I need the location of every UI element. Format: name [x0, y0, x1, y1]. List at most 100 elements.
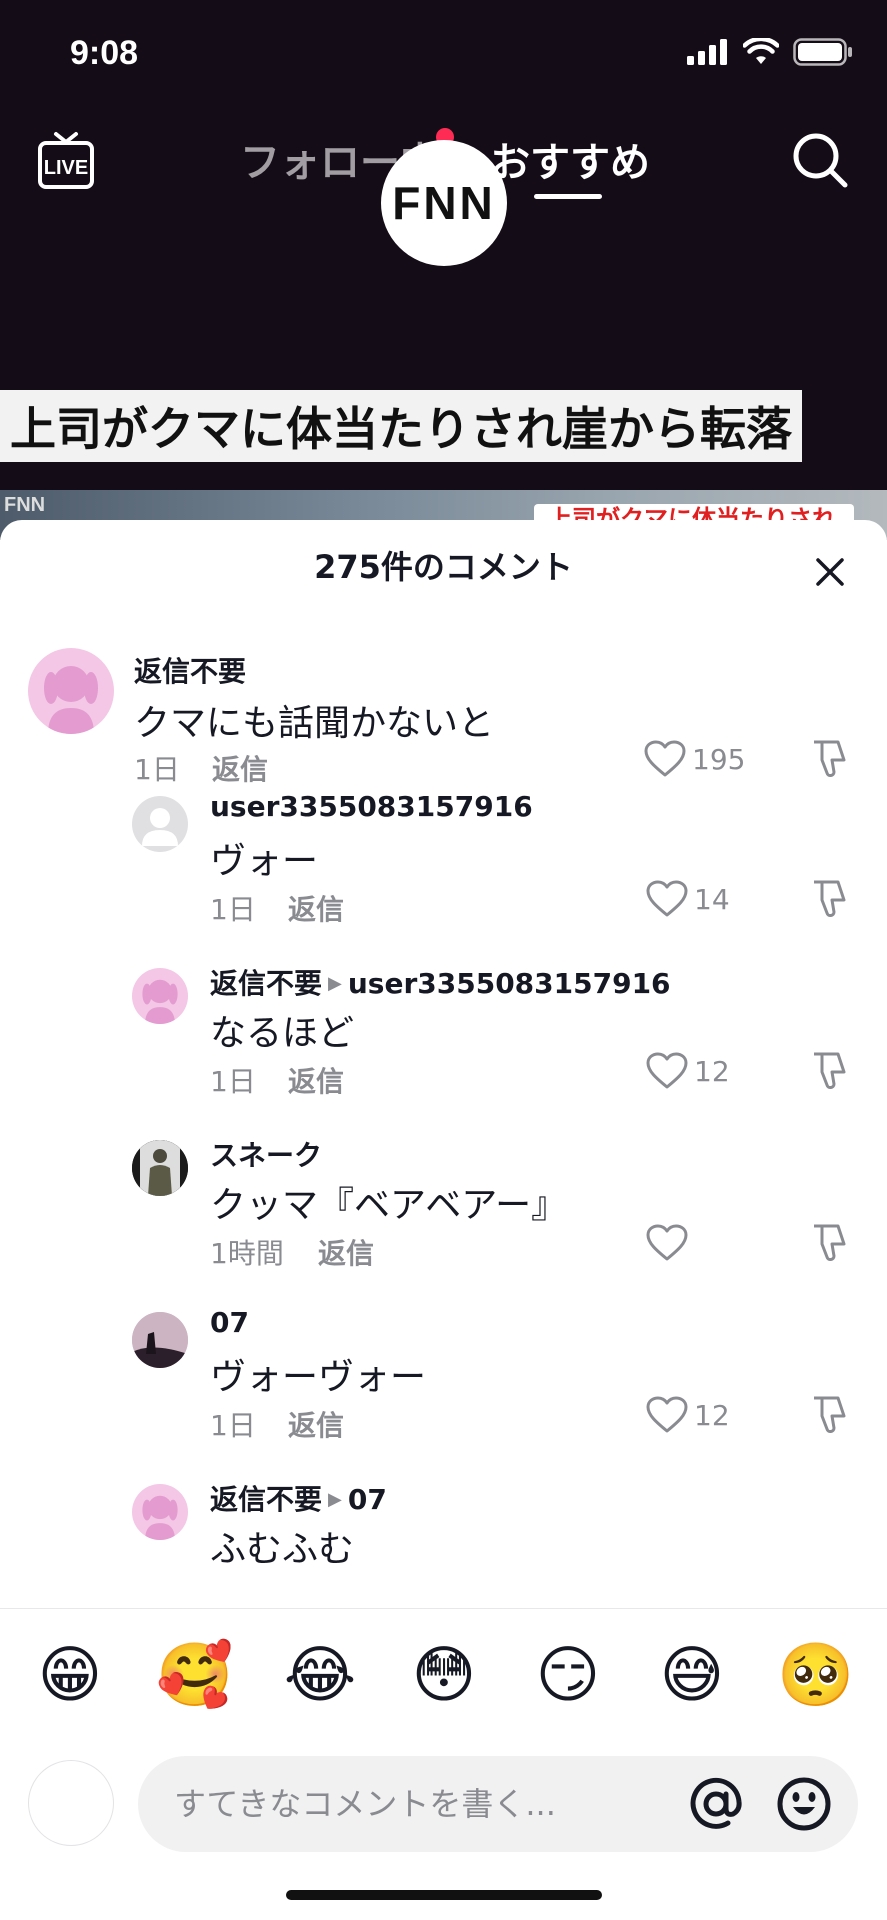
heart-icon — [644, 740, 686, 777]
tab-active-indicator — [534, 194, 602, 199]
avatar[interactable] — [132, 796, 188, 852]
signal-icon — [687, 39, 727, 65]
like-count: 14 — [694, 882, 730, 916]
like-count: 12 — [694, 1398, 730, 1432]
comments-sheet: 275件のコメント 返信不要 クマにも話聞かないと 1日 返信 195 user… — [0, 520, 887, 1920]
emoji-smirk-button[interactable]: 😏 — [528, 1635, 608, 1715]
comment-item: スネーク クッマ『ベアベアー』 1時間 返信 — [0, 1124, 887, 1296]
channel-logo: FNN — [392, 177, 496, 229]
reply-button[interactable]: 返信 — [318, 1232, 374, 1272]
comment-list[interactable]: 返信不要 クマにも話聞かないと 1日 返信 195 user3355083157… — [0, 610, 887, 1610]
dislike-icon[interactable] — [808, 1394, 850, 1436]
close-button[interactable] — [800, 542, 860, 602]
smiley-icon[interactable] — [776, 1776, 832, 1832]
comment-item: 返信不要 ▶ 07 ふむふむ — [0, 1468, 887, 1610]
username-text: 返信不要 — [210, 1483, 323, 1516]
like-button[interactable]: 12 — [646, 1396, 730, 1434]
dislike-icon[interactable] — [808, 738, 850, 780]
emoji-hearts-button[interactable]: 🥰 — [155, 1635, 235, 1715]
reply-to-username[interactable]: 07 — [348, 1483, 387, 1516]
comment-text: クッマ『ベアベアー』 — [210, 1185, 568, 1226]
channel-avatar[interactable]: FNN — [381, 140, 507, 266]
reply-to-username[interactable]: user3355083157916 — [348, 967, 671, 1000]
avatar[interactable] — [28, 648, 114, 734]
emoji-quick-bar: 😁 🥰 😂 😳 😏 😅 🥺 — [0, 1635, 887, 1725]
tab-recommended[interactable]: おすすめ — [490, 130, 650, 188]
avatar-girl-icon — [44, 666, 98, 734]
like-button[interactable]: 195 — [644, 740, 745, 778]
divider — [0, 1608, 887, 1609]
comment-time: 1日 — [210, 893, 256, 926]
comment-time: 1時間 — [210, 1237, 284, 1270]
at-icon[interactable] — [688, 1776, 744, 1832]
emoji-pleading-button[interactable]: 🥺 — [776, 1635, 856, 1715]
comment-username[interactable]: 返信不要 — [134, 650, 246, 690]
status-icons — [687, 38, 853, 66]
comment-username[interactable]: user3355083157916 — [210, 790, 533, 823]
avatar[interactable] — [132, 1140, 188, 1196]
comment-username[interactable]: 返信不要 ▶ user3355083157916 — [210, 962, 671, 1002]
avatar[interactable] — [132, 1312, 188, 1368]
headline-text: 上司がクマに体当たりされ崖から転落 — [10, 402, 792, 456]
heart-icon — [646, 1396, 688, 1433]
comment-text: なるほど — [210, 1013, 355, 1054]
strip-logo: FNN — [4, 494, 46, 516]
reply-button[interactable]: 返信 — [288, 1060, 344, 1100]
comment-item: 07 ヴォーヴォー 1日 返信 12 — [0, 1296, 887, 1468]
sheet-header: 275件のコメント — [0, 520, 887, 610]
battery-icon — [793, 38, 852, 66]
comment-item: 返信不要 ▶ user3355083157916 なるほど 1日 返信 12 — [0, 952, 887, 1124]
emoji-joy-button[interactable]: 😂 — [280, 1635, 360, 1715]
default-avatar-icon — [142, 808, 178, 846]
status-bar: 9:08 — [0, 0, 887, 110]
comment-time: 1日 — [210, 1409, 256, 1442]
comment-text: ヴォー — [210, 841, 319, 882]
reply-button[interactable]: 返信 — [288, 1404, 344, 1444]
comment-input[interactable] — [138, 1756, 858, 1852]
like-count: 195 — [692, 742, 746, 776]
avatar-girl-icon — [142, 1495, 178, 1540]
dislike-icon[interactable] — [808, 1222, 850, 1264]
comment-text: クマにも話聞かないと — [134, 703, 495, 744]
reply-button[interactable]: 返信 — [288, 888, 344, 928]
heart-icon — [646, 1224, 688, 1261]
search-icon[interactable] — [790, 130, 850, 190]
video-area[interactable]: 9:08 LIVE フォロー中 おすすめ FNN 上司がクマに体当たりされ崖から… — [0, 0, 887, 540]
avatar[interactable] — [132, 1484, 188, 1540]
comment-text: ふむふむ — [210, 1529, 355, 1570]
comment-item: 返信不要 クマにも話聞かないと 1日 返信 195 — [0, 610, 887, 786]
like-count: 12 — [694, 1054, 730, 1088]
close-icon — [816, 558, 844, 586]
avatar[interactable] — [132, 968, 188, 1024]
comments-title: 275件のコメント — [314, 548, 573, 586]
svg-text:LIVE: LIVE — [44, 157, 88, 179]
comment-username[interactable]: スネーク — [210, 1134, 322, 1174]
comment-time: 1日 — [210, 1065, 256, 1098]
like-button[interactable]: 12 — [646, 1052, 730, 1090]
comment-username[interactable]: 07 — [210, 1306, 249, 1339]
like-button[interactable] — [646, 1224, 694, 1262]
live-icon[interactable]: LIVE — [36, 130, 96, 192]
like-button[interactable]: 14 — [646, 880, 730, 918]
heart-icon — [646, 880, 688, 917]
comment-username[interactable]: 返信不要 ▶ 07 — [210, 1478, 387, 1518]
emoji-flushed-button[interactable]: 😳 — [404, 1635, 484, 1715]
comment-item: user3355083157916 ヴォー 1日 返信 14 — [0, 780, 887, 952]
reply-arrow-icon: ▶ — [328, 973, 342, 994]
soldier-avatar-icon — [132, 1140, 188, 1196]
status-time: 9:08 — [70, 34, 139, 72]
wifi-icon — [743, 38, 779, 64]
emoji-sweat-button[interactable]: 😅 — [652, 1635, 732, 1715]
my-avatar[interactable] — [28, 1760, 114, 1846]
comment-text: ヴォーヴォー — [210, 1357, 427, 1398]
comment-input-row — [0, 1740, 887, 1860]
dislike-icon[interactable] — [808, 878, 850, 920]
username-text: 返信不要 — [210, 967, 323, 1000]
emoji-grin-button[interactable]: 😁 — [30, 1635, 110, 1715]
heart-icon — [646, 1052, 688, 1089]
sunset-avatar-icon — [132, 1312, 188, 1368]
dislike-icon[interactable] — [808, 1050, 850, 1092]
home-indicator[interactable] — [286, 1890, 602, 1900]
avatar-girl-icon — [142, 979, 178, 1024]
video-headline: 上司がクマに体当たりされ崖から転落 — [0, 390, 802, 462]
